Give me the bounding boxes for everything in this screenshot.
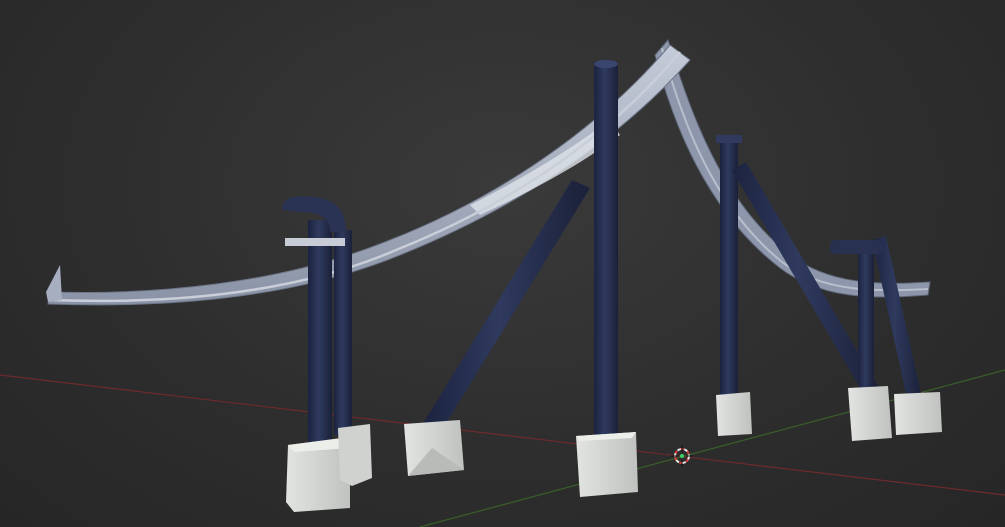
3d-cursor-icon[interactable] [671, 445, 693, 467]
footing[interactable] [404, 420, 464, 476]
track-edge-left [46, 265, 62, 302]
pillar[interactable] [308, 220, 332, 445]
pillar-mount-plate [285, 238, 345, 246]
pillar-diagonal[interactable] [872, 236, 922, 402]
footing[interactable] [848, 386, 892, 441]
footing[interactable] [716, 392, 752, 436]
pillar[interactable] [858, 245, 874, 395]
track-segment-main[interactable] [47, 44, 691, 306]
pillar[interactable] [720, 138, 738, 400]
3d-scene[interactable] [0, 0, 1005, 527]
pillar-cap [716, 135, 742, 143]
footing[interactable] [576, 432, 638, 497]
footing[interactable] [894, 392, 942, 435]
footing[interactable] [338, 424, 372, 486]
3d-viewport[interactable] [0, 0, 1005, 527]
pillar-bracket [830, 240, 882, 254]
pillar-diagonal[interactable] [732, 162, 880, 398]
pillar[interactable] [334, 230, 352, 435]
pillar[interactable] [594, 62, 618, 440]
pillar-top [594, 60, 618, 68]
